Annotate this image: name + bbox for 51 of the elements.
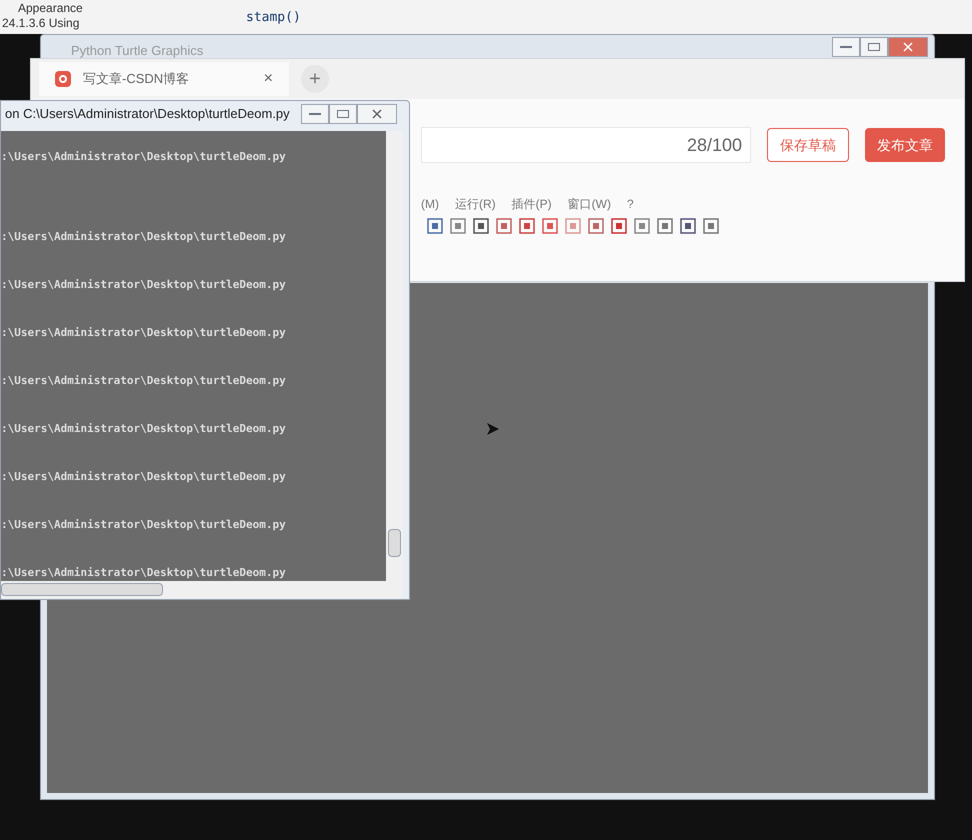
- code-line: stamp(): [246, 9, 301, 27]
- menu-item[interactable]: ?: [627, 195, 634, 213]
- console-line: :\Users\Administrator\Desktop\turtleDeom.py: [1, 373, 287, 389]
- vertical-scrollbar[interactable]: [386, 131, 403, 581]
- turtle-arrow-icon: [487, 423, 499, 435]
- publish-button[interactable]: 发布文章: [865, 128, 945, 162]
- console-line: :\Users\Administrator\Desktop\turtleDeom.py: [1, 277, 287, 293]
- toolbar-tool-icon[interactable]: [495, 217, 513, 235]
- console-line: :\Users\Administrator\Desktop\turtleDeom.py: [1, 421, 287, 437]
- console-line: :\Users\Administrator\Desktop\turtleDeom.py: [1, 469, 287, 485]
- sidebar-text: Appearance: [18, 1, 83, 16]
- toolbar-tool-icon[interactable]: [679, 217, 697, 235]
- csdn-logo-icon: [55, 71, 71, 87]
- console-line: :\Users\Administrator\Desktop\turtleDeom.py: [1, 325, 287, 341]
- window-title: Python Turtle Graphics: [71, 42, 204, 60]
- maximize-button[interactable]: [329, 104, 357, 124]
- close-icon: [903, 42, 913, 52]
- menu-item[interactable]: 运行(R): [455, 195, 496, 213]
- browser-tab[interactable]: 写文章-CSDN博客 ×: [39, 62, 289, 96]
- minimize-button[interactable]: [832, 37, 860, 57]
- close-button[interactable]: [888, 37, 928, 57]
- console-line: :\Users\Administrator\Desktop\turtleDeom.py: [1, 565, 287, 581]
- console-line: :\Users\Administrator\Desktop\turtleDeom.py: [1, 517, 287, 533]
- console-line: :\Users\Administrator\Desktop\turtleDeom.py: [1, 229, 287, 245]
- toolbar-tool-icon[interactable]: [610, 217, 628, 235]
- title-field[interactable]: 28/100: [421, 127, 751, 163]
- maximize-button[interactable]: [860, 37, 888, 57]
- close-icon: [372, 109, 382, 119]
- close-button[interactable]: [357, 104, 397, 124]
- toolbar-tool-icon[interactable]: [656, 217, 674, 235]
- toolbar-tool-icon[interactable]: [587, 217, 605, 235]
- sidebar-text: 24.1.3.6 Using: [2, 16, 80, 31]
- toolbar-tool-icon[interactable]: [541, 217, 559, 235]
- toolbar-tool-icon[interactable]: [518, 217, 536, 235]
- tab-close-button[interactable]: ×: [264, 67, 273, 91]
- menu-item[interactable]: 窗口(W): [568, 195, 611, 213]
- minimize-button[interactable]: [301, 104, 329, 124]
- console-title: on C:\Users\Administrator\Desktop\turtleDeom.py: [4, 105, 290, 124]
- toolbar-tool-icon[interactable]: [633, 217, 651, 235]
- character-count: 28/100: [686, 134, 742, 156]
- menu-item[interactable]: (M): [421, 195, 439, 213]
- tab-title: 写文章-CSDN博客: [83, 70, 190, 88]
- toolbar-tool-icon[interactable]: [702, 217, 720, 235]
- new-tab-button[interactable]: +: [301, 65, 329, 93]
- save-draft-button[interactable]: 保存草稿: [767, 128, 849, 162]
- menu-item[interactable]: 插件(P): [512, 195, 552, 213]
- horizontal-scrollbar[interactable]: [1, 581, 403, 598]
- toolbar-tool-icon[interactable]: [426, 217, 444, 235]
- console-line: :\Users\Administrator\Desktop\turtleDeom.py: [1, 149, 287, 165]
- toolbar-tool-icon[interactable]: [472, 217, 490, 235]
- toolbar-tool-icon[interactable]: [449, 217, 467, 235]
